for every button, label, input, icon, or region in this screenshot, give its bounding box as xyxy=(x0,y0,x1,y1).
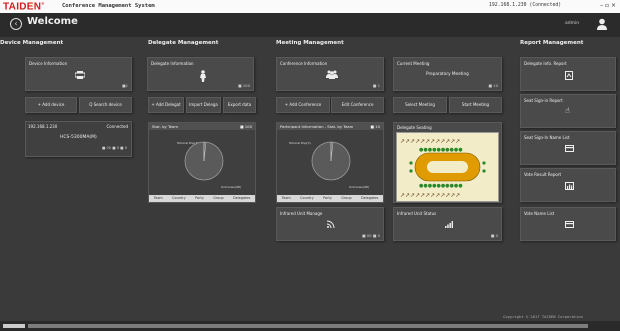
copyright: Copyright © 2017 TAIDEN Corporation xyxy=(503,314,584,319)
participant-pie-chart xyxy=(311,141,351,181)
device-connection-status: Connected xyxy=(106,124,128,129)
chart-header: Stat. by Team ■ 100 xyxy=(149,123,255,130)
section-meeting-management: Meeting Management xyxy=(276,40,344,46)
tile-title: Conference Information xyxy=(280,61,328,66)
section-delegate-management: Delegate Management xyxy=(148,40,219,46)
tile-count: ■ 100 xyxy=(237,83,250,88)
svg-text:●●●●●●●●●●: ●●●●●●●●●● xyxy=(419,183,463,189)
export-data-button[interactable]: Export data xyxy=(223,97,256,113)
tab-team[interactable]: Team xyxy=(282,195,291,202)
tile-title: Vote Result Report xyxy=(524,172,562,177)
username-label: admin xyxy=(565,21,580,26)
device-model: HCS-5300MA(M) xyxy=(60,135,97,140)
device-information-tile[interactable]: Device Information ■1 xyxy=(25,57,132,91)
tab-delegates[interactable]: Delegates xyxy=(233,195,250,202)
edit-conference-button[interactable]: Edit Conference xyxy=(331,97,384,113)
pie-label-top: Tutorial Pop(3) xyxy=(289,141,311,145)
tile-title: Vote Name List xyxy=(524,211,555,216)
tab-group[interactable]: Group xyxy=(213,195,223,202)
svg-text:↗↗↗↗↗↗↗↗↗↗↗↗: ↗↗↗↗↗↗↗↗↗↗↗↗ xyxy=(400,192,460,199)
user-icon[interactable] xyxy=(597,18,607,30)
scrollbar-thumb[interactable] xyxy=(3,324,25,328)
delegate-seating-tile[interactable]: Delegate Seating ↗↗↗↗↗↗↗↗↗↗↗↗ ↗↗↗↗↗↗↗↗↗↗… xyxy=(393,122,502,203)
tile-title: Delegate Info. Report xyxy=(524,61,567,66)
pie-label-bottom: Unknown(98) xyxy=(349,185,370,189)
tab-country[interactable]: Country xyxy=(172,195,185,202)
app-title: Conference Management System xyxy=(62,3,155,9)
document-icon xyxy=(565,71,573,80)
title-bar: TAIDEN® Conference Management System 192… xyxy=(0,0,620,14)
start-meeting-button[interactable]: Start Meeting xyxy=(449,97,502,113)
device-card[interactable]: 192.168.1.230 Connected HCS-5300MA(M) ■ … xyxy=(25,121,132,157)
conference-information-tile[interactable]: Conference Information ■ 1 xyxy=(276,57,384,91)
tab-group[interactable]: Group xyxy=(341,195,351,202)
tile-count: ■ 10 xyxy=(488,83,498,88)
chart-header: Participant Information - Stat. by Team ■… xyxy=(277,123,383,130)
pointer-icon: ☝ xyxy=(565,106,570,115)
select-meeting-button[interactable]: Select Meeting xyxy=(393,97,447,113)
connection-status: 192.168.1.230 (Connected) xyxy=(489,3,562,8)
device-ip: 192.168.1.230 xyxy=(28,124,58,129)
add-conference-button[interactable]: + Add Conference xyxy=(276,97,330,113)
add-delegate-button[interactable]: + Add Delegat xyxy=(148,97,184,113)
back-icon[interactable]: ‹ xyxy=(10,18,22,30)
svg-text:↗↗↗↗↗↗↗↗↗↗↗↗: ↗↗↗↗↗↗↗↗↗↗↗↗ xyxy=(400,138,460,145)
report-seat-sign-in[interactable]: Seat Sign-in Report ☝ xyxy=(520,94,616,128)
current-meeting-name: Preparatory Meeting xyxy=(426,71,469,76)
horizontal-scrollbar[interactable] xyxy=(28,324,588,328)
svg-text:●●●●●●●●●●: ●●●●●●●●●● xyxy=(419,147,463,153)
report-vote-result[interactable]: Vote Result Report xyxy=(520,168,616,202)
tile-title: Seat Sign-In Name List xyxy=(524,135,570,140)
taiden-logo: TAIDEN® xyxy=(3,1,45,13)
import-delegate-button[interactable]: Import Delega xyxy=(186,97,221,113)
tab-country[interactable]: Country xyxy=(300,195,313,202)
seating-layout[interactable]: ↗↗↗↗↗↗↗↗↗↗↗↗ ↗↗↗↗↗↗↗↗↗↗↗↗ ●●●●●●●●●● ●●●… xyxy=(396,132,499,202)
section-device-management: Device Management xyxy=(0,40,64,46)
tile-title: Delegate Seating xyxy=(397,125,432,130)
device-counts: ■ 00 ■ 0 ■ 0 xyxy=(101,146,127,150)
tile-title: Infrared Unit Manage xyxy=(280,211,323,216)
current-meeting-tile[interactable]: Current Meeting Preparatory Meeting ■ 10 xyxy=(393,57,502,91)
tile-count: ■ 1 xyxy=(372,83,380,88)
pie-label-bottom: Unknown(98) xyxy=(221,185,242,189)
tab-party[interactable]: Party xyxy=(195,195,204,202)
tab-team[interactable]: Team xyxy=(154,195,163,202)
welcome-bar: ‹ Welcome admin xyxy=(0,13,620,37)
tab-delegates[interactable]: Delegates xyxy=(361,195,378,202)
signal-icon xyxy=(445,221,453,228)
tile-count: ■ 00 ■ 0 xyxy=(361,233,380,238)
report-vote-name-list[interactable]: Vote Name List xyxy=(520,207,616,241)
tile-count: ■ 0 xyxy=(490,233,498,238)
printer-icon xyxy=(75,71,85,79)
page-title: Welcome xyxy=(27,16,78,27)
tile-title: Infrared Unit Status xyxy=(397,211,437,216)
card-icon xyxy=(565,145,574,152)
report-seat-sign-in-name-list[interactable]: Seat Sign-In Name List xyxy=(520,131,616,165)
section-report-management: Report Management xyxy=(520,40,584,46)
chart-tab-row[interactable]: Team Country Party Group Delegates xyxy=(277,195,383,202)
search-device-button[interactable]: Q Search device xyxy=(79,97,132,113)
tile-title: Delegate Information xyxy=(151,61,194,66)
wifi-icon xyxy=(327,220,335,228)
list-card-icon xyxy=(565,221,574,228)
tab-party[interactable]: Party xyxy=(323,195,332,202)
delegate-pie-chart xyxy=(184,141,224,181)
group-icon xyxy=(326,70,338,79)
infrared-unit-manage-tile[interactable]: Infrared Unit Manage ■ 00 ■ 0 xyxy=(276,207,384,241)
chart-icon xyxy=(565,182,574,190)
infrared-unit-status-tile[interactable]: Infrared Unit Status ■ 0 xyxy=(393,207,502,241)
tile-title: Current Meeting xyxy=(397,61,430,66)
chart-tab-row[interactable]: Team Country Party Group Delegates xyxy=(149,195,255,202)
tile-title: Device Information xyxy=(29,61,68,66)
person-icon xyxy=(200,70,206,82)
delegate-information-tile[interactable]: Delegate Information ■ 100 xyxy=(147,57,254,91)
add-device-button[interactable]: + Add device xyxy=(25,97,77,113)
tile-title: Seat Sign-in Report xyxy=(524,98,563,103)
window-controls[interactable]: – ▫ × xyxy=(600,2,616,9)
seating-diagram: ↗↗↗↗↗↗↗↗↗↗↗↗ ↗↗↗↗↗↗↗↗↗↗↗↗ ●●●●●●●●●● ●●●… xyxy=(400,138,486,199)
tile-count: ■1 xyxy=(121,83,128,88)
report-delegate-info[interactable]: Delegate Info. Report xyxy=(520,57,616,91)
participant-stat-chart: Participant Information - Stat. by Team ■… xyxy=(276,122,384,203)
delegate-stat-chart: Stat. by Team ■ 100 Tutorial Pop(3) Unkno… xyxy=(148,122,256,203)
